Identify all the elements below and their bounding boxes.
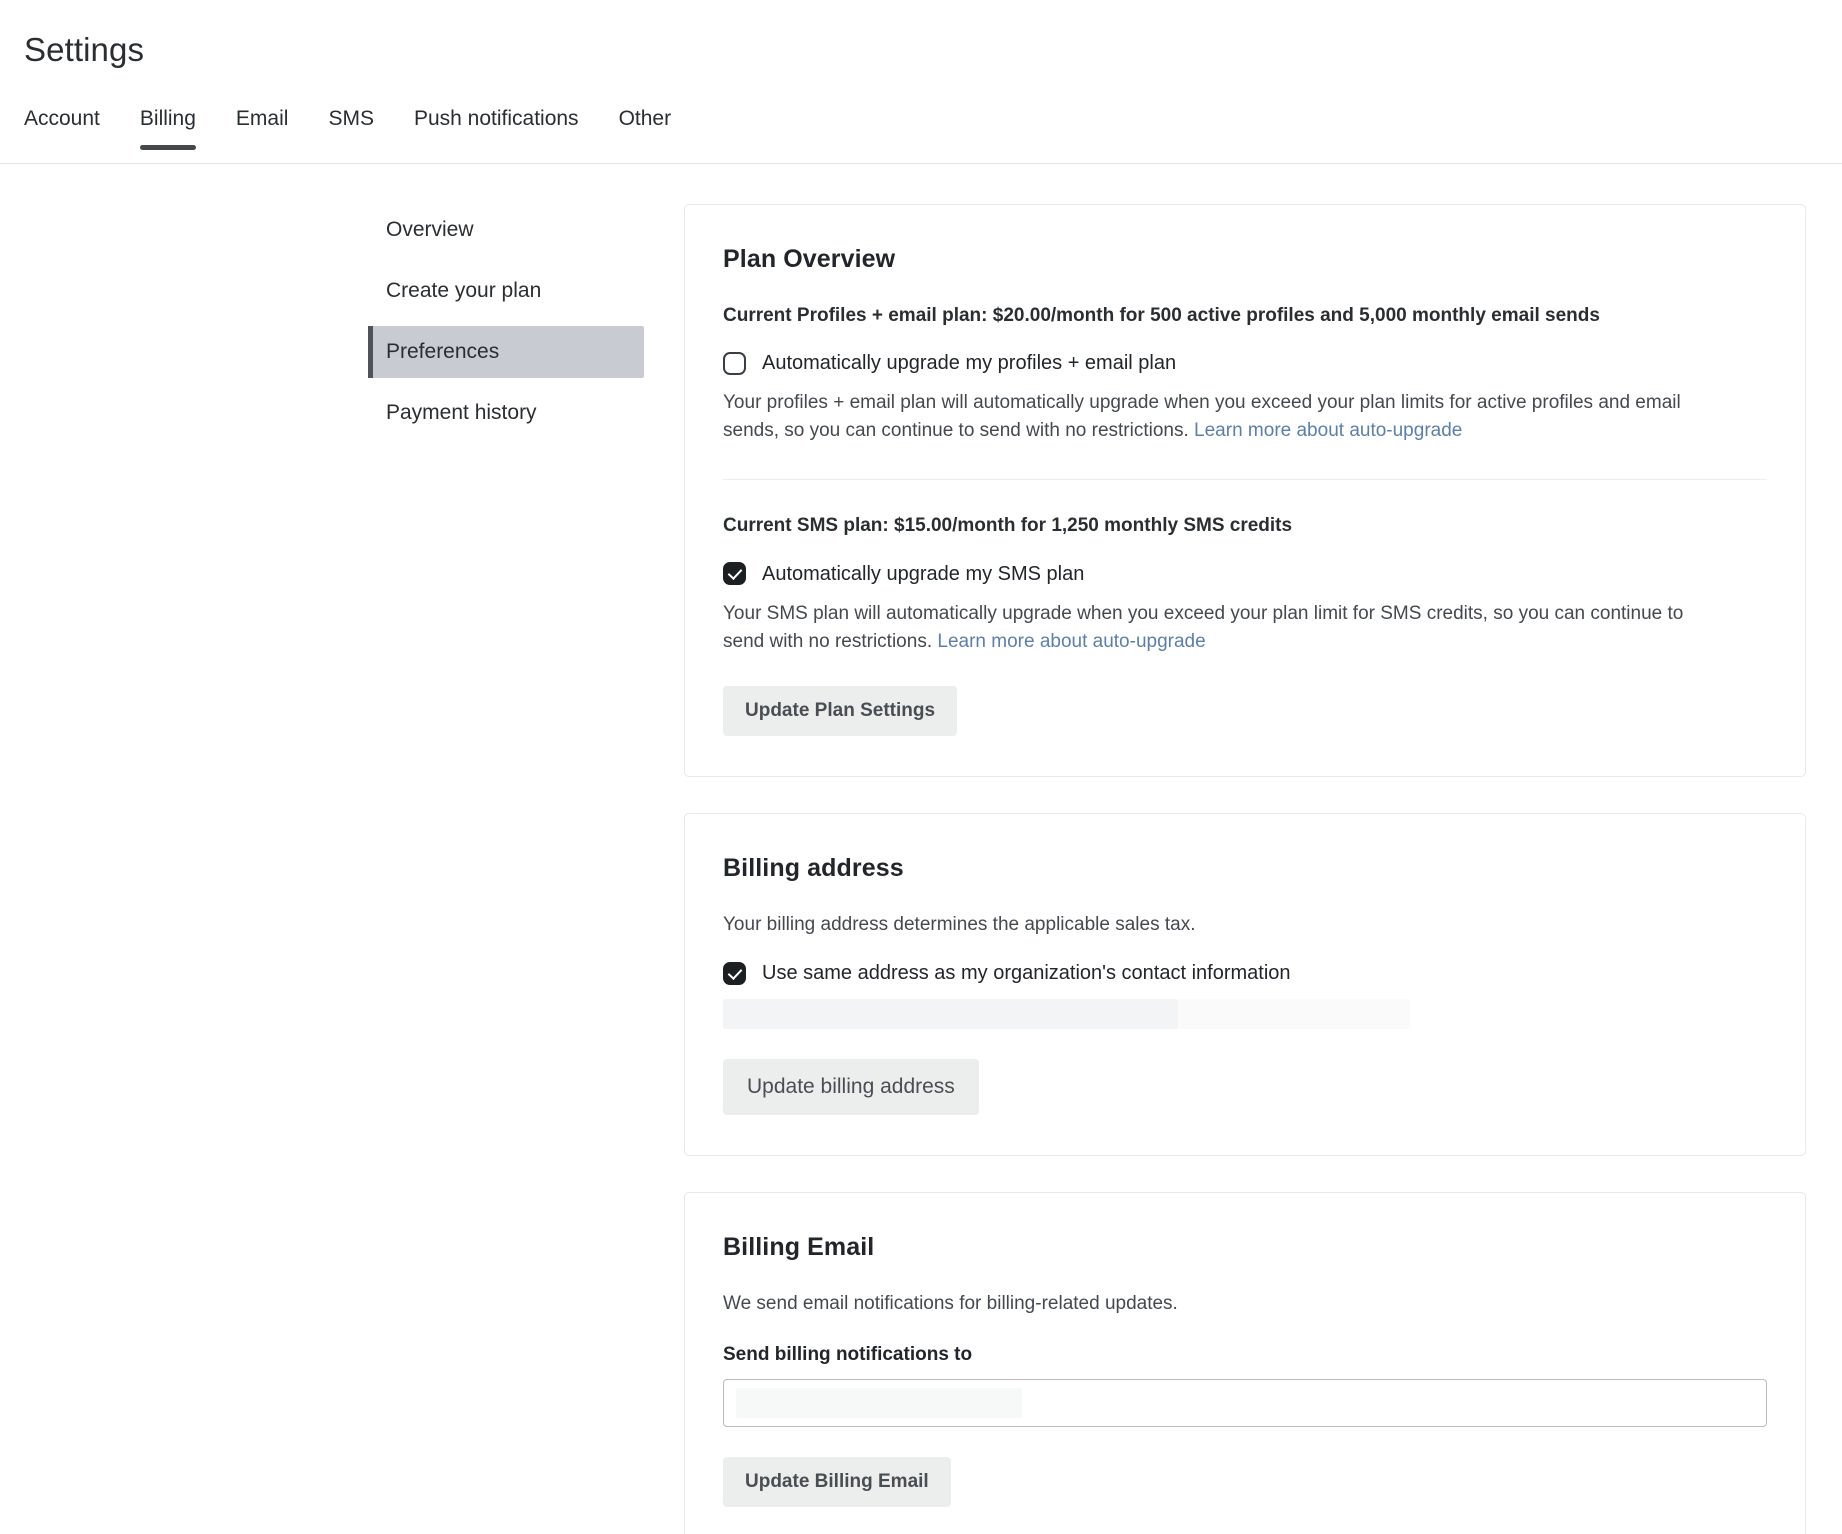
sidebar-item-label: Payment history xyxy=(386,401,537,424)
checkbox-checked-icon[interactable] xyxy=(723,562,746,585)
tab-push-notifications-label: Push notifications xyxy=(414,107,579,130)
use-same-address-label: Use same address as my organization's co… xyxy=(762,961,1291,985)
page-header: Settings xyxy=(0,0,1842,70)
page-title: Settings xyxy=(24,30,1842,70)
current-email-plan-line: Current Profiles + email plan: $20.00/mo… xyxy=(723,302,1767,330)
sidebar-item-preferences[interactable]: Preferences xyxy=(368,326,644,378)
use-same-address-checkbox-row[interactable]: Use same address as my organization's co… xyxy=(723,961,1767,985)
tab-billing-label: Billing xyxy=(140,107,196,130)
redacted-address-line-2 xyxy=(1178,999,1410,1029)
auto-upgrade-sms-label: Automatically upgrade my SMS plan xyxy=(762,562,1084,586)
billing-address-description: Your billing address determines the appl… xyxy=(723,911,1767,939)
billing-address-title: Billing address xyxy=(723,854,1767,883)
tab-billing[interactable]: Billing xyxy=(120,108,216,147)
plan-section-divider xyxy=(723,479,1767,480)
tab-email[interactable]: Email xyxy=(216,108,309,147)
tab-push-notifications[interactable]: Push notifications xyxy=(394,108,599,147)
billing-email-button-wrap: Update Billing Email xyxy=(723,1457,1767,1507)
sidebar-item-create-your-plan[interactable]: Create your plan xyxy=(368,265,644,317)
tab-other-label: Other xyxy=(619,107,672,130)
billing-sidenav: Overview Create your plan Preferences Pa… xyxy=(0,204,684,1534)
tab-email-label: Email xyxy=(236,107,289,130)
billing-address-card: Billing address Your billing address det… xyxy=(684,813,1806,1156)
redacted-address-line-1 xyxy=(723,999,1178,1029)
tab-account-label: Account xyxy=(24,107,100,130)
auto-upgrade-email-label: Automatically upgrade my profiles + emai… xyxy=(762,351,1176,375)
update-plan-settings-button[interactable]: Update Plan Settings xyxy=(723,686,957,736)
sidebar-item-label: Preferences xyxy=(386,340,499,363)
auto-upgrade-email-checkbox-row[interactable]: Automatically upgrade my profiles + emai… xyxy=(723,351,1767,375)
learn-more-auto-upgrade-email-link[interactable]: Learn more about auto-upgrade xyxy=(1194,420,1462,441)
billing-email-input[interactable] xyxy=(723,1379,1767,1427)
tab-account[interactable]: Account xyxy=(24,108,120,147)
content-area: Overview Create your plan Preferences Pa… xyxy=(0,164,1842,1534)
billing-address-redacted-values xyxy=(723,999,1767,1029)
tab-sms-label: SMS xyxy=(328,107,374,130)
sidebar-item-overview[interactable]: Overview xyxy=(368,204,644,256)
auto-upgrade-sms-checkbox-row[interactable]: Automatically upgrade my SMS plan xyxy=(723,562,1767,586)
current-sms-plan-line: Current SMS plan: $15.00/month for 1,250… xyxy=(723,512,1767,540)
learn-more-auto-upgrade-sms-link[interactable]: Learn more about auto-upgrade xyxy=(937,631,1205,652)
settings-tabbar: Account Billing Email SMS Push notificat… xyxy=(0,108,1842,164)
redacted-billing-email-value xyxy=(736,1388,1022,1418)
sidebar-item-payment-history[interactable]: Payment history xyxy=(368,387,644,439)
plan-settings-button-wrap: Update Plan Settings xyxy=(723,686,1767,736)
cards-column: Plan Overview Current Profiles + email p… xyxy=(684,204,1842,1534)
sidebar-item-label: Overview xyxy=(386,218,474,241)
billing-email-title: Billing Email xyxy=(723,1233,1767,1262)
checkbox-icon[interactable] xyxy=(723,352,746,375)
update-billing-email-button[interactable]: Update Billing Email xyxy=(723,1457,951,1507)
checkbox-checked-icon[interactable] xyxy=(723,962,746,985)
plan-overview-title: Plan Overview xyxy=(723,245,1767,274)
billing-address-button-wrap: Update billing address xyxy=(723,1059,1767,1115)
auto-upgrade-email-description: Your profiles + email plan will automati… xyxy=(723,389,1723,445)
tab-other[interactable]: Other xyxy=(599,108,692,147)
tab-sms[interactable]: SMS xyxy=(308,108,394,147)
sidebar-item-label: Create your plan xyxy=(386,279,541,302)
send-billing-notifications-label: Send billing notifications to xyxy=(723,1344,1767,1367)
plan-overview-card: Plan Overview Current Profiles + email p… xyxy=(684,204,1806,777)
tab-active-underline xyxy=(140,145,196,150)
billing-email-description: We send email notifications for billing-… xyxy=(723,1290,1767,1318)
billing-email-card: Billing Email We send email notification… xyxy=(684,1192,1806,1534)
auto-upgrade-sms-description: Your SMS plan will automatically upgrade… xyxy=(723,600,1723,656)
update-billing-address-button[interactable]: Update billing address xyxy=(723,1059,979,1115)
